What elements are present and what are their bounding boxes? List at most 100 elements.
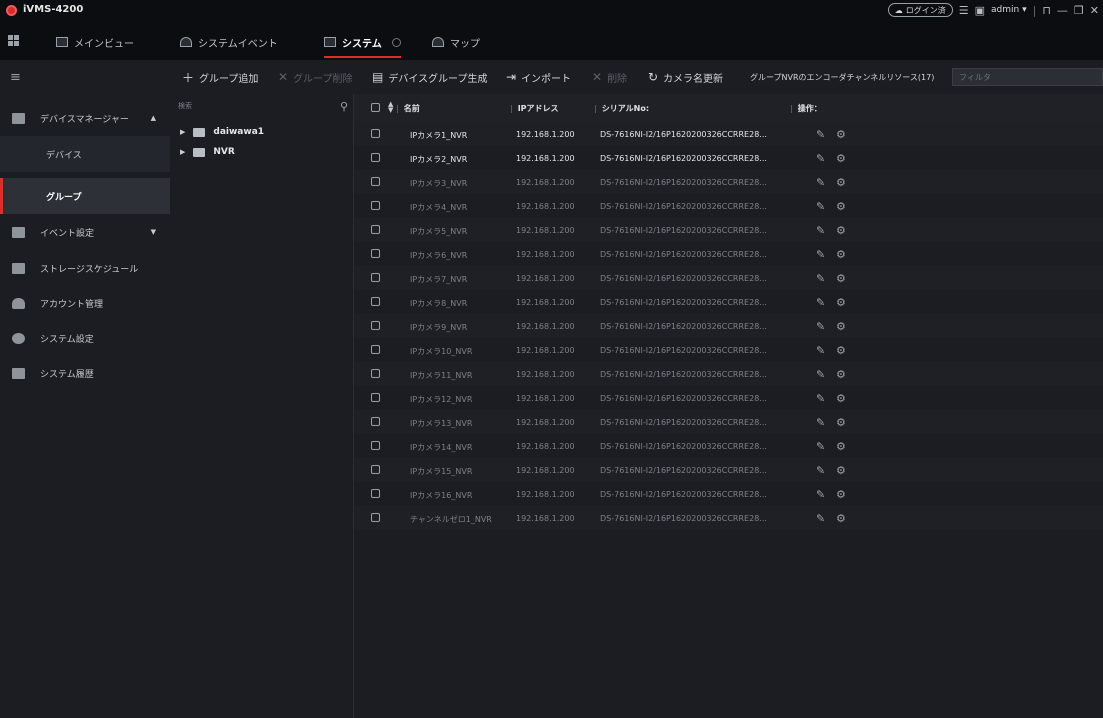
search-icon[interactable]: ⚲: [340, 100, 348, 113]
tree-node-nvr[interactable]: ▶ NVR: [180, 142, 235, 162]
tab-main-view[interactable]: メインビュー: [56, 32, 134, 52]
table-row[interactable]: IPカメラ16_NVR 192.168.1.200 DS-7616NI-I2/16P…: [354, 482, 1103, 506]
row-checkbox[interactable]: [371, 489, 380, 498]
config-icon[interactable]: ⚙: [836, 368, 846, 381]
config-icon[interactable]: ⚙: [836, 416, 846, 429]
login-status-badge[interactable]: ☁ ログイン済: [887, 3, 953, 17]
table-row[interactable]: IPカメラ6_NVR 192.168.1.200 DS-7616NI-I2/16P1…: [354, 242, 1103, 266]
row-checkbox[interactable]: [371, 201, 380, 210]
image-icon[interactable]: ▣: [975, 4, 985, 17]
tab-system-event[interactable]: システムイベント: [180, 32, 278, 52]
config-icon[interactable]: ⚙: [836, 344, 846, 357]
row-checkbox[interactable]: [371, 465, 380, 474]
config-icon[interactable]: ⚙: [836, 440, 846, 453]
sidebar-item-account[interactable]: アカウント管理: [0, 285, 170, 321]
table-row[interactable]: IPカメラ3_NVR 192.168.1.200 DS-7616NI-I2/16P1…: [354, 170, 1103, 194]
sidebar-item-event-settings[interactable]: イベント設定 ▼: [0, 214, 170, 250]
edit-icon[interactable]: ✎: [816, 176, 825, 189]
column-header-name[interactable]: | 名前: [396, 103, 420, 114]
column-header-ip[interactable]: | IPアドレス: [510, 103, 559, 114]
table-row[interactable]: IPカメラ14_NVR 192.168.1.200 DS-7616NI-I2/16P…: [354, 434, 1103, 458]
delete-group-button[interactable]: ✕ グループ削除: [278, 69, 352, 85]
config-icon[interactable]: ⚙: [836, 488, 846, 501]
import-button[interactable]: ⇥ インポート: [506, 69, 571, 85]
sidebar-item-system-settings[interactable]: システム設定: [0, 320, 170, 356]
row-checkbox[interactable]: [371, 345, 380, 354]
table-row[interactable]: IPカメラ10_NVR 192.168.1.200 DS-7616NI-I2/16P…: [354, 338, 1103, 362]
table-row[interactable]: IPカメラ2_NVR 192.168.1.200 DS-7616NI-I2/16P1…: [354, 146, 1103, 170]
row-checkbox[interactable]: [371, 177, 380, 186]
hamburger-menu-icon[interactable]: ≡: [0, 60, 170, 94]
edit-icon[interactable]: ✎: [816, 320, 825, 333]
restore-icon[interactable]: ❐: [1074, 4, 1084, 17]
row-checkbox[interactable]: [371, 417, 380, 426]
edit-icon[interactable]: ✎: [816, 272, 825, 285]
config-icon[interactable]: ⚙: [836, 224, 846, 237]
create-device-group-button[interactable]: ▤ デバイスグループ生成: [372, 69, 487, 85]
table-row[interactable]: IPカメラ9_NVR 192.168.1.200 DS-7616NI-I2/16P1…: [354, 314, 1103, 338]
sidebar-item-device[interactable]: デバイス: [0, 136, 170, 172]
table-row[interactable]: IPカメラ8_NVR 192.168.1.200 DS-7616NI-I2/16P1…: [354, 290, 1103, 314]
table-row[interactable]: IPカメラ7_NVR 192.168.1.200 DS-7616NI-I2/16P1…: [354, 266, 1103, 290]
delete-button[interactable]: ✕ 削除: [592, 69, 627, 85]
table-row[interactable]: IPカメラ1_NVR 192.168.1.200 DS-7616NI-I2/16P1…: [354, 122, 1103, 146]
config-icon[interactable]: ⚙: [836, 296, 846, 309]
row-checkbox[interactable]: [371, 129, 380, 138]
filter-input[interactable]: [952, 68, 1103, 86]
config-icon[interactable]: ⚙: [836, 392, 846, 405]
grid-menu-icon[interactable]: [8, 35, 19, 46]
edit-icon[interactable]: ✎: [816, 512, 825, 525]
table-row[interactable]: IPカメラ5_NVR 192.168.1.200 DS-7616NI-I2/16P1…: [354, 218, 1103, 242]
tab-close-icon[interactable]: [391, 37, 401, 47]
table-row[interactable]: IPカメラ4_NVR 192.168.1.200 DS-7616NI-I2/16P1…: [354, 194, 1103, 218]
sidebar-item-system-log[interactable]: システム履歴: [0, 355, 170, 391]
row-checkbox[interactable]: [371, 393, 380, 402]
table-row[interactable]: IPカメラ15_NVR 192.168.1.200 DS-7616NI-I2/16P…: [354, 458, 1103, 482]
config-icon[interactable]: ⚙: [836, 176, 846, 189]
config-icon[interactable]: ⚙: [836, 464, 846, 477]
close-icon[interactable]: ✕: [1090, 4, 1099, 17]
edit-icon[interactable]: ✎: [816, 152, 825, 165]
edit-icon[interactable]: ✎: [816, 488, 825, 501]
edit-icon[interactable]: ✎: [816, 200, 825, 213]
edit-icon[interactable]: ✎: [816, 344, 825, 357]
row-checkbox[interactable]: [371, 297, 380, 306]
row-checkbox[interactable]: [371, 249, 380, 258]
select-all-checkbox[interactable]: [371, 103, 380, 112]
lock-icon[interactable]: ⊓: [1042, 4, 1051, 17]
tree-node-daiwawa1[interactable]: ▶ daiwawa1: [180, 122, 264, 142]
table-row[interactable]: IPカメラ11_NVR 192.168.1.200 DS-7616NI-I2/16P…: [354, 362, 1103, 386]
config-icon[interactable]: ⚙: [836, 248, 846, 261]
table-row[interactable]: IPカメラ13_NVR 192.168.1.200 DS-7616NI-I2/16P…: [354, 410, 1103, 434]
row-checkbox[interactable]: [371, 153, 380, 162]
edit-icon[interactable]: ✎: [816, 224, 825, 237]
config-icon[interactable]: ⚙: [836, 128, 846, 141]
edit-icon[interactable]: ✎: [816, 416, 825, 429]
edit-icon[interactable]: ✎: [816, 248, 825, 261]
sidebar-item-storage-schedule[interactable]: ストレージスケジュール: [0, 250, 170, 286]
edit-icon[interactable]: ✎: [816, 368, 825, 381]
sort-icon[interactable]: ▲ ▼: [388, 101, 393, 114]
row-checkbox[interactable]: [371, 369, 380, 378]
edit-icon[interactable]: ✎: [816, 296, 825, 309]
table-row[interactable]: IPカメラ12_NVR 192.168.1.200 DS-7616NI-I2/16P…: [354, 386, 1103, 410]
row-checkbox[interactable]: [371, 273, 380, 282]
sidebar-item-device-manager[interactable]: デバイスマネージャー ▲: [0, 100, 170, 136]
row-checkbox[interactable]: [371, 225, 380, 234]
edit-icon[interactable]: ✎: [816, 464, 825, 477]
sidebar-item-group[interactable]: グループ: [0, 178, 170, 214]
table-row[interactable]: チャンネルゼロ1_NVR 192.168.1.200 DS-7616NI-I2/16…: [354, 506, 1103, 530]
expand-icon[interactable]: ▶: [180, 128, 185, 136]
config-icon[interactable]: ⚙: [836, 512, 846, 525]
row-checkbox[interactable]: [371, 513, 380, 522]
list-icon[interactable]: ☰: [959, 4, 969, 17]
config-icon[interactable]: ⚙: [836, 200, 846, 213]
tree-search-input[interactable]: 検索 ⚲: [178, 100, 348, 115]
config-icon[interactable]: ⚙: [836, 152, 846, 165]
update-camera-name-button[interactable]: ↻ カメラ名更新: [648, 69, 723, 85]
minimize-icon[interactable]: —: [1057, 4, 1068, 17]
tab-system[interactable]: システム: [324, 32, 401, 58]
edit-icon[interactable]: ✎: [816, 440, 825, 453]
row-checkbox[interactable]: [371, 441, 380, 450]
row-checkbox[interactable]: [371, 321, 380, 330]
